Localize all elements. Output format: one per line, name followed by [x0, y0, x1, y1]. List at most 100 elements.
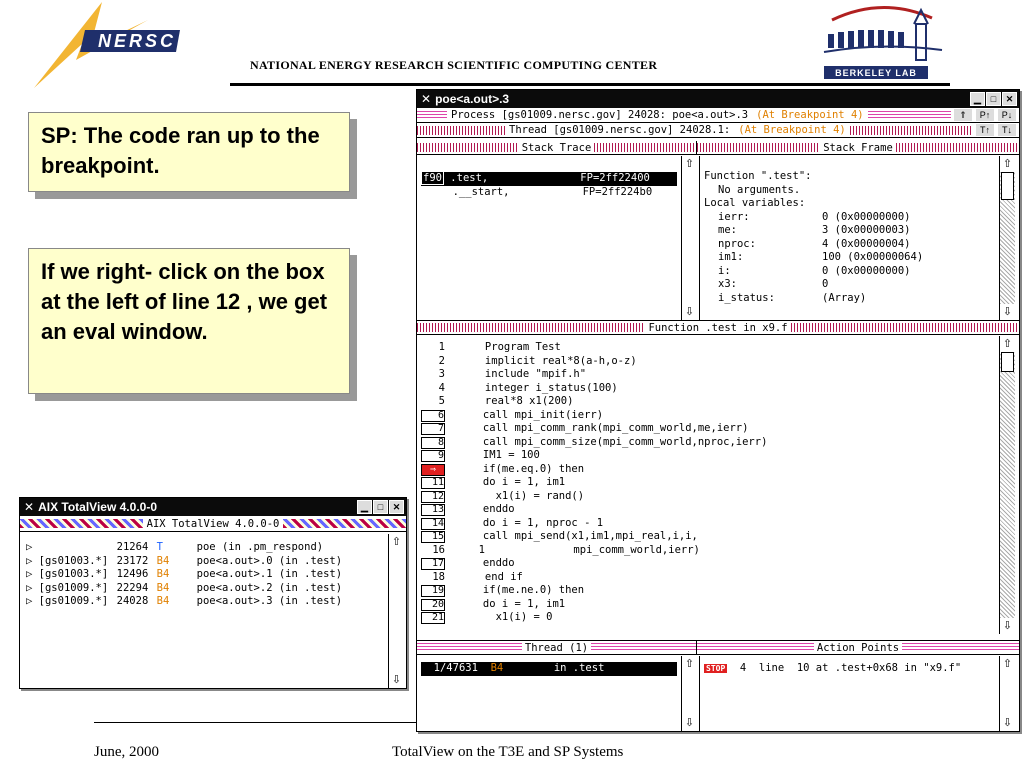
local-var-row[interactable]: i_status: (Array) [704, 292, 995, 306]
line-number-box[interactable]: 12 [421, 490, 445, 503]
source-line[interactable]: 15 call mpi_send(x1,im1,mpi_real,i,i, [421, 530, 995, 544]
source-scrollbar[interactable]: ⇧ ⇩ [999, 336, 1015, 634]
nersc-logo-text: NERSC [98, 31, 176, 51]
scroll-down-icon[interactable]: ⇩ [682, 304, 697, 320]
line-number-box[interactable]: 21 [421, 612, 445, 624]
local-var-row[interactable]: me: 3 (0x00000003) [704, 224, 995, 238]
expand-triangle-icon[interactable]: ▷ [26, 595, 39, 607]
source-line[interactable]: 12 x1(i) = rand() [421, 490, 995, 504]
process-row[interactable]: ▷ [gs01003.*] 12496 B4 poe<a.out>.1 (in .te… [26, 568, 382, 582]
line-number-box[interactable]: 8 [421, 436, 445, 449]
scroll-up-icon[interactable]: ⇧ [1000, 156, 1015, 172]
process-prev-icon[interactable]: P↑ [975, 108, 995, 122]
line-number-box[interactable]: 6 [421, 409, 445, 422]
source-line[interactable]: 18 end if [421, 571, 995, 585]
line-number-box[interactable]: 9 [421, 450, 445, 462]
expand-triangle-icon[interactable]: ▷ [26, 541, 39, 553]
root-window-titlebar[interactable]: ✕ AIX TotalView 4.0.0-0 ▁ □ ✕ [20, 498, 406, 516]
process-window-titlebar[interactable]: ✕ poe<a.out>.3 ▁ □ ✕ [417, 90, 1019, 108]
thread-list-title: Thread (1) [521, 641, 592, 654]
thread-prev-icon[interactable]: T↑ [975, 123, 995, 137]
root-window-title: AIX TotalView 4.0.0-0 [38, 500, 157, 514]
scroll-thumb[interactable] [1001, 352, 1014, 372]
bar-pattern [20, 519, 143, 528]
scroll-down-icon[interactable]: ⇩ [682, 715, 697, 731]
source-line[interactable]: 19 if(me.ne.0) then [421, 584, 995, 598]
close-button[interactable]: ✕ [389, 500, 404, 514]
scroll-up-icon[interactable]: ⇧ [682, 156, 697, 172]
expand-triangle-icon[interactable]: ▷ [26, 568, 39, 580]
source-line[interactable]: 21 x1(i) = 0 [421, 611, 995, 625]
local-var-row[interactable]: ierr: 0 (0x00000000) [704, 211, 995, 225]
process-row[interactable]: ▷ [gs01003.*] 23172 B4 poe<a.out>.0 (in .te… [26, 555, 382, 569]
close-button[interactable]: ✕ [1002, 92, 1017, 106]
stack-trace-pane: f90 .test, FP=2ff22400 .__start, FP=2ff224… [417, 156, 681, 320]
local-var-row[interactable]: i: 0 (0x00000000) [704, 265, 995, 279]
line-number-box[interactable]: 15 [421, 531, 445, 543]
scroll-down-icon[interactable]: ⇩ [1000, 715, 1015, 731]
scroll-thumb[interactable] [1001, 172, 1014, 200]
local-var-row[interactable]: x3: 0 [704, 278, 995, 292]
pc-arrow-icon[interactable]: ⇒ [421, 463, 445, 476]
scroll-down-icon[interactable]: ⇩ [1000, 304, 1015, 320]
root-scrollbar[interactable]: ⇧ ⇩ [388, 534, 404, 688]
process-row[interactable]: ▷ 21264 Tpoe (in .pm_respond) [26, 541, 382, 555]
scroll-down-icon[interactable]: ⇩ [1000, 618, 1015, 634]
line-number-box[interactable]: 17 [421, 558, 445, 570]
source-line[interactable]: 14 do i = 1, nproc - 1 [421, 517, 995, 531]
minimize-button[interactable]: ▁ [970, 92, 985, 106]
scroll-track[interactable] [682, 172, 697, 304]
expand-triangle-icon[interactable]: ▷ [26, 582, 39, 594]
source-line[interactable]: 1 Program Test [421, 341, 995, 355]
minimize-button[interactable]: ▁ [357, 500, 372, 514]
process-row[interactable]: ▷ [gs01009.*] 22294 B4 poe<a.out>.2 (in .te… [26, 582, 382, 596]
line-number-box[interactable]: 7 [421, 423, 445, 435]
source-line[interactable]: 6 call mpi_init(ierr) [421, 409, 995, 423]
source-line[interactable]: 7 call mpi_comm_rank(mpi_comm_world,me,i… [421, 422, 995, 436]
scroll-up-icon[interactable]: ⇧ [1000, 656, 1015, 672]
source-line[interactable]: 4 integer i_status(100) [421, 382, 995, 396]
source-header: Function .test in x9.f [417, 320, 1020, 335]
expand-triangle-icon[interactable]: ▷ [26, 555, 39, 567]
action-points-scrollbar[interactable]: ⇧ ⇩ [999, 656, 1015, 731]
scroll-up-icon[interactable]: ⇧ [389, 534, 404, 550]
source-line[interactable]: 11 do i = 1, im1 [421, 476, 995, 490]
line-number-box[interactable]: 14 [421, 517, 445, 530]
root-bar-title: AIX TotalView 4.0.0-0 [142, 516, 284, 531]
source-line[interactable]: ⇒ if(me.eq.0) then [421, 463, 995, 477]
line-number-box[interactable]: 13 [421, 504, 445, 516]
thread-row[interactable]: 1/47631 B4 in .test [421, 662, 677, 676]
source-line[interactable]: 3 include "mpif.h" [421, 368, 995, 382]
local-var-name: im1: [718, 251, 744, 263]
source-line[interactable]: 8 call mpi_comm_size(mpi_comm_world,npro… [421, 436, 995, 450]
maximize-button[interactable]: □ [986, 92, 1001, 106]
scroll-up-icon[interactable]: ⇧ [1000, 336, 1015, 352]
source-line[interactable]: 13 enddo [421, 503, 995, 517]
line-number-box[interactable]: 20 [421, 598, 445, 611]
local-var-row[interactable]: im1: 100 (0x00000064) [704, 251, 995, 265]
scroll-up-icon[interactable]: ⇧ [682, 656, 697, 672]
action-point-row[interactable]: STOP 4 line 10 at .test+0x68 in "x9.f" [704, 662, 995, 676]
source-line[interactable]: 5 real*8 x1(200) [421, 395, 995, 409]
source-line[interactable]: 2 implicit real*8(a-h,o-z) [421, 355, 995, 369]
local-var-row[interactable]: nproc: 4 (0x00000004) [704, 238, 995, 252]
stack-trace-scrollbar[interactable]: ⇧ ⇩ [681, 156, 697, 320]
process-row[interactable]: ▷ [gs01009.*] 24028 B4 poe<a.out>.3 (in .te… [26, 595, 382, 609]
line-number-box[interactable]: 19 [421, 585, 445, 597]
thread-next-icon[interactable]: T↓ [997, 123, 1017, 137]
source-line[interactable]: 16 1 mpi_comm_world,ierr) [421, 544, 995, 558]
stack-trace-row[interactable]: f90 .test, FP=2ff22400 [421, 171, 677, 186]
source-line[interactable]: 17 enddo [421, 557, 995, 571]
maximize-button[interactable]: □ [373, 500, 388, 514]
scroll-down-icon[interactable]: ⇩ [389, 672, 404, 688]
stack-frame-scrollbar[interactable]: ⇧ ⇩ [999, 156, 1015, 320]
thread-list-scrollbar[interactable]: ⇧ ⇩ [681, 656, 697, 731]
source-line[interactable]: 20 do i = 1, im1 [421, 598, 995, 612]
local-var-value: 3 (0x00000003) [822, 224, 911, 236]
source-line[interactable]: 9 IM1 = 100 [421, 449, 995, 463]
scroll-track[interactable] [1000, 352, 1015, 618]
stack-trace-row[interactable]: .__start, FP=2ff224b0 [421, 186, 677, 200]
line-number-box[interactable]: 11 [421, 477, 445, 489]
up-group-icon[interactable]: ⇑ [953, 108, 973, 122]
process-next-icon[interactable]: P↓ [997, 108, 1017, 122]
